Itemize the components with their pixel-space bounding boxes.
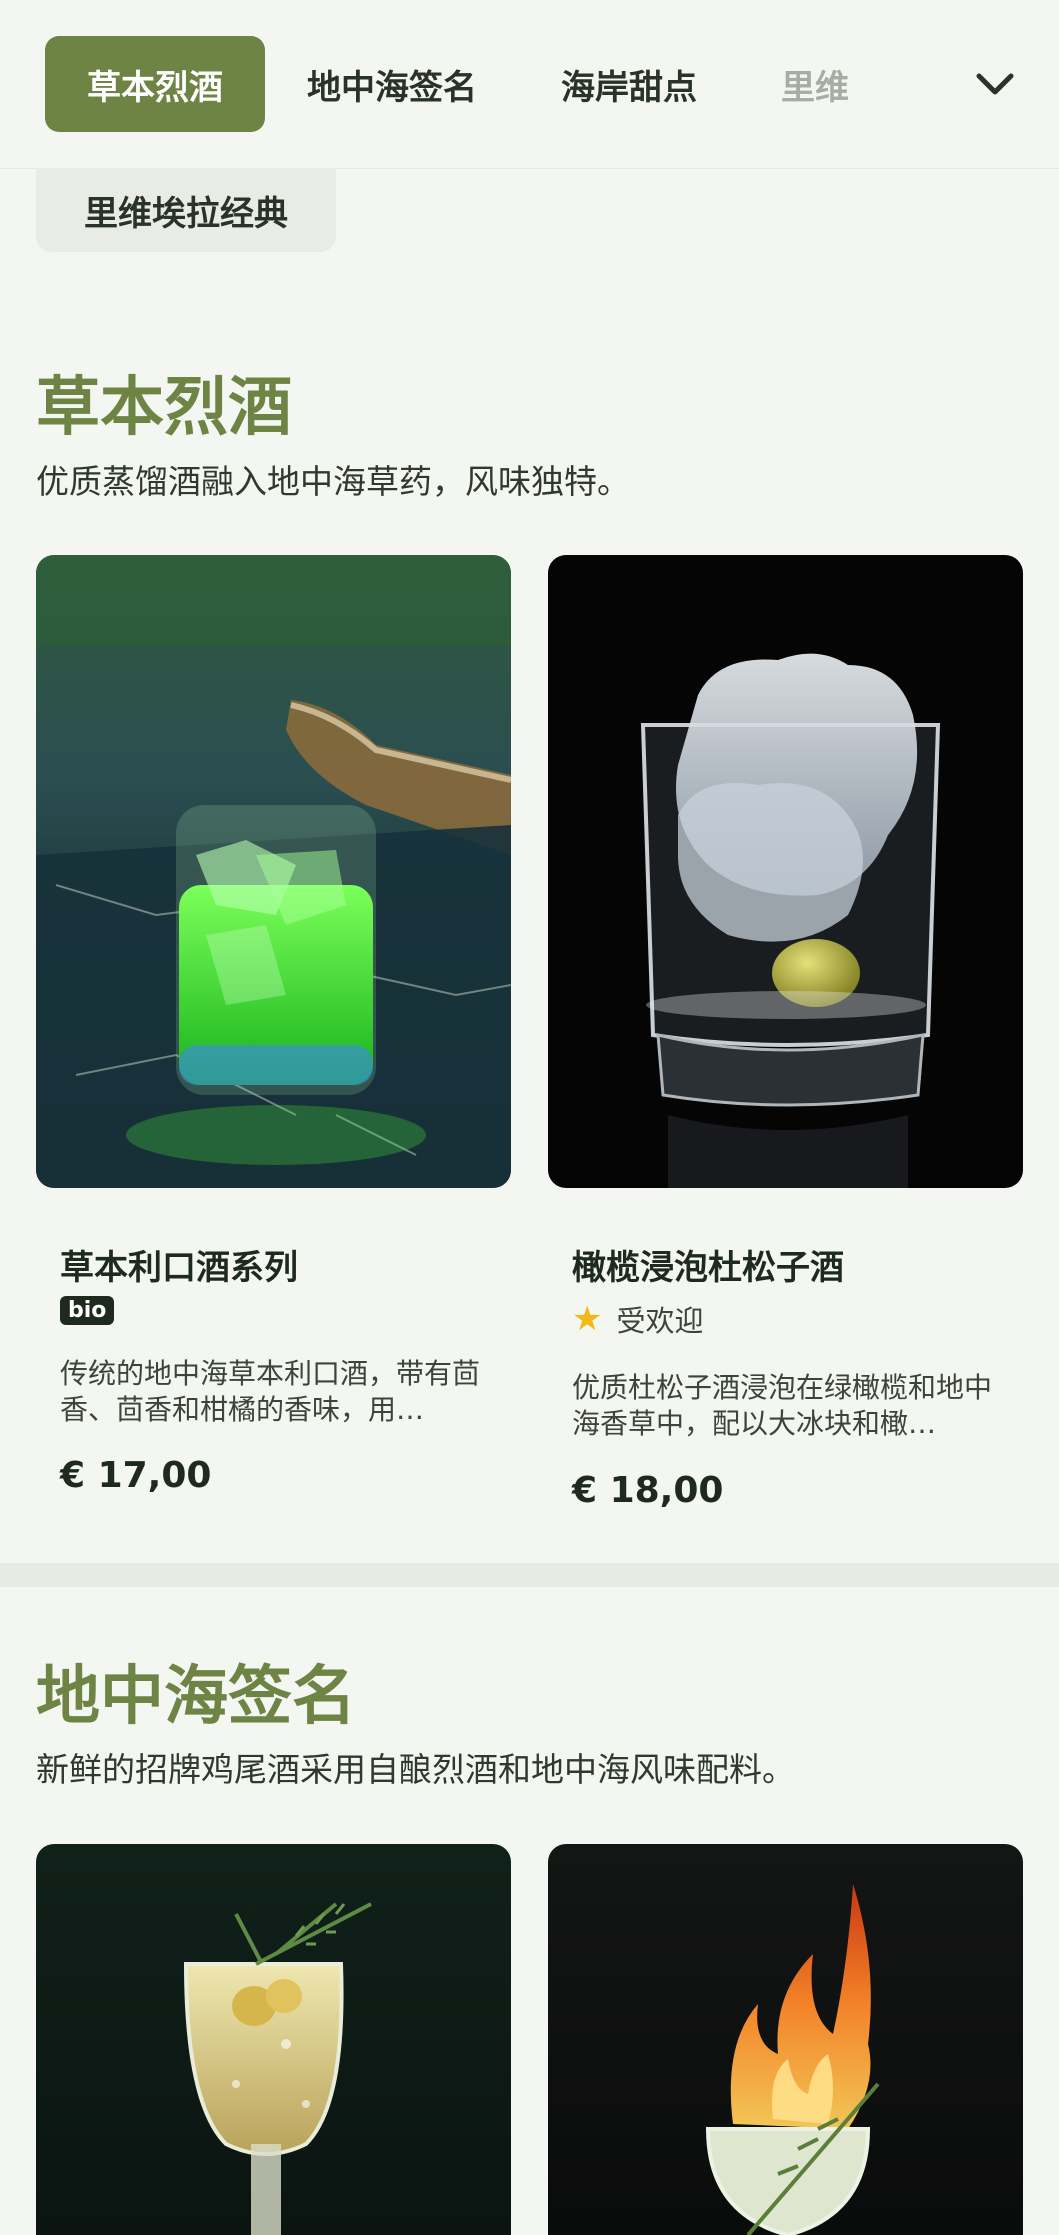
sparkling-cocktail-image[interactable]: [36, 1844, 511, 2235]
flaming-cocktail-image[interactable]: [548, 1844, 1023, 2235]
item-price-olive-gin: € 18,00: [572, 1470, 724, 1511]
category-nav: 草本烈酒 地中海签名 海岸甜点 里维: [0, 0, 1059, 169]
section-description-herbal-spirits: 优质蒸馏酒融入地中海草药，风味独特。: [36, 462, 630, 501]
section-title-mediterranean-signature: 地中海签名: [36, 1660, 356, 1734]
tab-mediterranean-signature[interactable]: 地中海签名: [265, 36, 519, 132]
chevron-down-icon[interactable]: [973, 62, 1017, 106]
item-title-herbal-liqueur[interactable]: 草本利口酒系列: [60, 1240, 298, 1289]
item-price-herbal-liqueur: € 17,00: [60, 1455, 212, 1496]
olive-gin-image[interactable]: [548, 555, 1023, 1188]
section-divider: [0, 1563, 1059, 1587]
tab-coastal-desserts[interactable]: 海岸甜点: [519, 36, 739, 132]
section-description-mediterranean-signature: 新鲜的招牌鸡尾酒采用自酿烈酒和地中海风味配料。: [36, 1750, 795, 1789]
star-icon: ★: [572, 1299, 603, 1339]
popular-tag: ★ 受欢迎: [572, 1298, 704, 1340]
category-tabs: 草本烈酒 地中海签名 海岸甜点 里维: [45, 36, 969, 132]
herbal-liqueur-image[interactable]: [36, 555, 511, 1188]
tab-riviera-classics[interactable]: 里维埃拉经典: [36, 168, 336, 252]
item-description-herbal-liqueur: 传统的地中海草本利口酒，带有茴香、茴香和柑橘的香味，用…: [60, 1357, 481, 1426]
tab-herbal-spirits[interactable]: 草本烈酒: [45, 36, 265, 132]
item-title-olive-gin[interactable]: 橄榄浸泡杜松子酒: [572, 1240, 844, 1289]
tab-fade-overlay: [859, 36, 969, 132]
item-description-olive-gin: 优质杜松子酒浸泡在绿橄榄和地中海香草中，配以大冰块和橄…: [572, 1371, 993, 1440]
section-title-herbal-spirits: 草本烈酒: [36, 371, 292, 445]
popular-label: 受欢迎: [616, 1304, 704, 1338]
bio-badge: bio: [60, 1296, 115, 1325]
